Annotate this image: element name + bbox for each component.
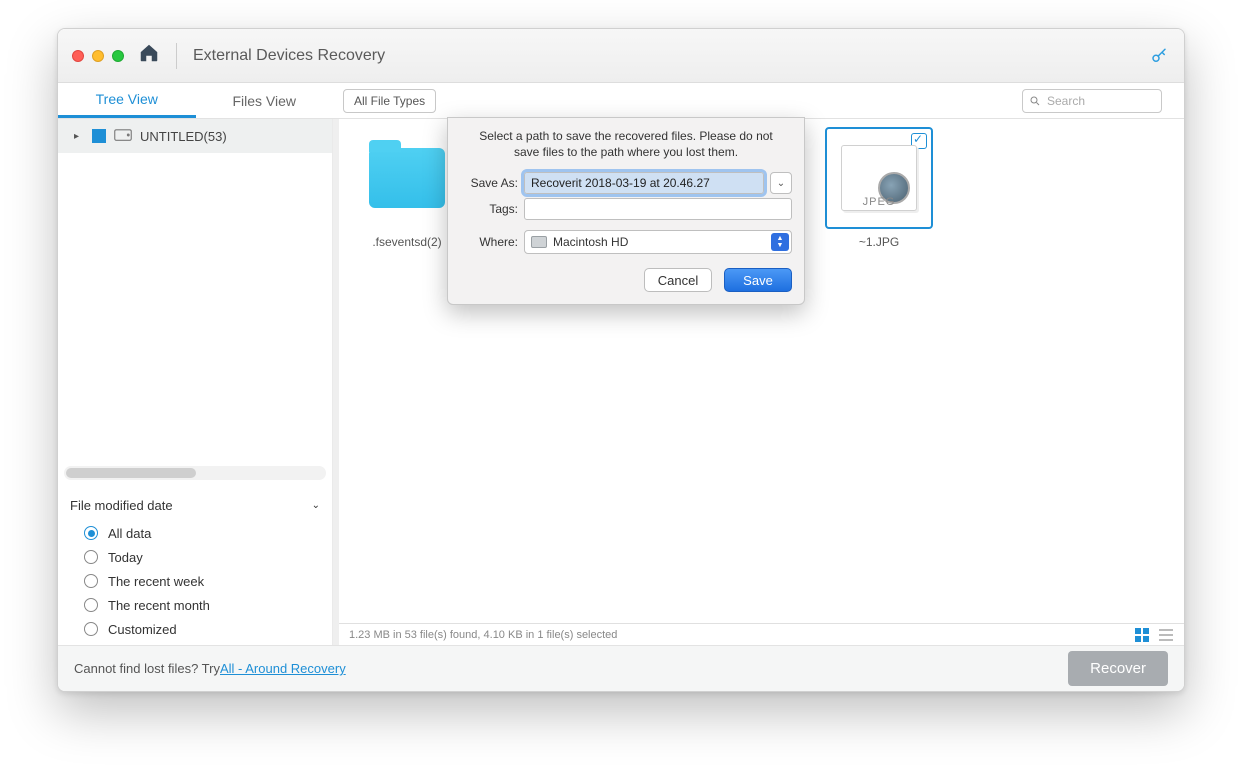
save-as-dropdown-toggle[interactable]: ⌄ — [770, 172, 792, 194]
jpeg-badge: JPEG — [842, 196, 916, 208]
all-around-recovery-link[interactable]: All - Around Recovery — [220, 661, 346, 676]
date-filter-month[interactable]: The recent month — [70, 593, 320, 617]
where-label: Where: — [460, 235, 524, 249]
view-toggles — [1134, 627, 1174, 643]
tree-item-label: UNTITLED(53) — [140, 129, 227, 144]
date-filter-all[interactable]: All data — [70, 521, 320, 545]
date-filter-custom[interactable]: Customized — [70, 617, 320, 641]
tree-item-checkbox[interactable] — [92, 129, 106, 143]
radio-icon — [84, 550, 98, 564]
radio-icon — [84, 574, 98, 588]
folder-icon — [369, 148, 445, 208]
footer-prefix: Cannot find lost files? Try — [74, 661, 220, 676]
date-filter-today[interactable]: Today — [70, 545, 320, 569]
tags-row: Tags: — [460, 198, 792, 220]
key-icon[interactable] — [1150, 47, 1168, 70]
tags-label: Tags: — [460, 202, 524, 216]
list-view-icon[interactable] — [1158, 627, 1174, 643]
close-window-button[interactable] — [72, 50, 84, 62]
where-row: Where: Macintosh HD ▲▼ — [460, 230, 792, 254]
radio-icon — [84, 622, 98, 636]
date-filter-week[interactable]: The recent week — [70, 569, 320, 593]
zoom-window-button[interactable] — [112, 50, 124, 62]
status-bar: 1.23 MB in 53 file(s) found, 4.10 KB in … — [339, 623, 1184, 645]
dialog-buttons: Cancel Save — [460, 268, 792, 292]
image-icon: JPEG — [841, 145, 917, 211]
sidebar: ▸ UNTITLED(53) File modified date ⌄ All … — [58, 119, 333, 645]
chevron-down-icon: ⌄ — [312, 500, 320, 511]
tree-view: ▸ UNTITLED(53) — [58, 119, 332, 464]
tree-item-untitled[interactable]: ▸ UNTITLED(53) — [58, 119, 332, 153]
app-window: External Devices Recovery Tree View File… — [57, 28, 1185, 692]
tab-files-view[interactable]: Files View — [196, 83, 334, 118]
save-as-label: Save As: — [460, 176, 524, 190]
footer: Cannot find lost files? Try All - Around… — [58, 645, 1184, 691]
titlebar: External Devices Recovery — [58, 29, 1184, 83]
image-thumbnail: JPEG — [825, 127, 933, 229]
save-as-row: Save As: Recoverit 2018-03-19 at 20.46.2… — [460, 172, 792, 194]
toolbar: Tree View Files View All File Types Sear… — [58, 83, 1184, 119]
drive-icon — [114, 128, 132, 145]
tab-tree-view[interactable]: Tree View — [58, 83, 196, 118]
recover-button[interactable]: Recover — [1068, 651, 1168, 686]
save-dialog: Select a path to save the recovered file… — [447, 117, 805, 305]
where-select[interactable]: Macintosh HD ▲▼ — [524, 230, 792, 254]
file-label: .fseventsd(2) — [372, 235, 441, 249]
cancel-button[interactable]: Cancel — [644, 268, 712, 292]
title-separator — [176, 43, 177, 69]
page-title: External Devices Recovery — [193, 47, 385, 65]
updown-icon: ▲▼ — [771, 233, 789, 251]
radio-icon — [84, 526, 98, 540]
save-button[interactable]: Save — [724, 268, 792, 292]
status-text: 1.23 MB in 53 file(s) found, 4.10 KB in … — [349, 629, 617, 641]
search-input[interactable]: Search — [1022, 89, 1162, 113]
tree-horizontal-scrollbar[interactable] — [64, 466, 326, 480]
folder-thumbnail — [353, 127, 461, 229]
home-icon[interactable] — [138, 42, 160, 69]
where-value: Macintosh HD — [553, 235, 628, 249]
search-icon — [1029, 95, 1041, 107]
file-cell-image[interactable]: JPEG ~1.JPG — [823, 127, 935, 249]
view-tabs: Tree View Files View — [58, 83, 333, 118]
hard-drive-icon — [531, 236, 547, 248]
tags-input[interactable] — [524, 198, 792, 220]
date-filter-panel: File modified date ⌄ All data Today The … — [58, 484, 332, 645]
radio-icon — [84, 598, 98, 612]
grid-view-icon[interactable] — [1134, 627, 1150, 643]
dialog-message: Select a path to save the recovered file… — [460, 126, 792, 168]
file-label: ~1.JPG — [859, 235, 899, 249]
date-filter-heading: File modified date — [70, 498, 173, 513]
date-filter-header[interactable]: File modified date ⌄ — [70, 494, 320, 521]
minimize-window-button[interactable] — [92, 50, 104, 62]
search-placeholder: Search — [1047, 94, 1085, 108]
save-as-input[interactable]: Recoverit 2018-03-19 at 20.46.27 — [524, 172, 764, 194]
expand-caret-icon[interactable]: ▸ — [74, 131, 84, 142]
window-controls — [72, 50, 124, 62]
file-type-filter[interactable]: All File Types — [343, 89, 436, 113]
